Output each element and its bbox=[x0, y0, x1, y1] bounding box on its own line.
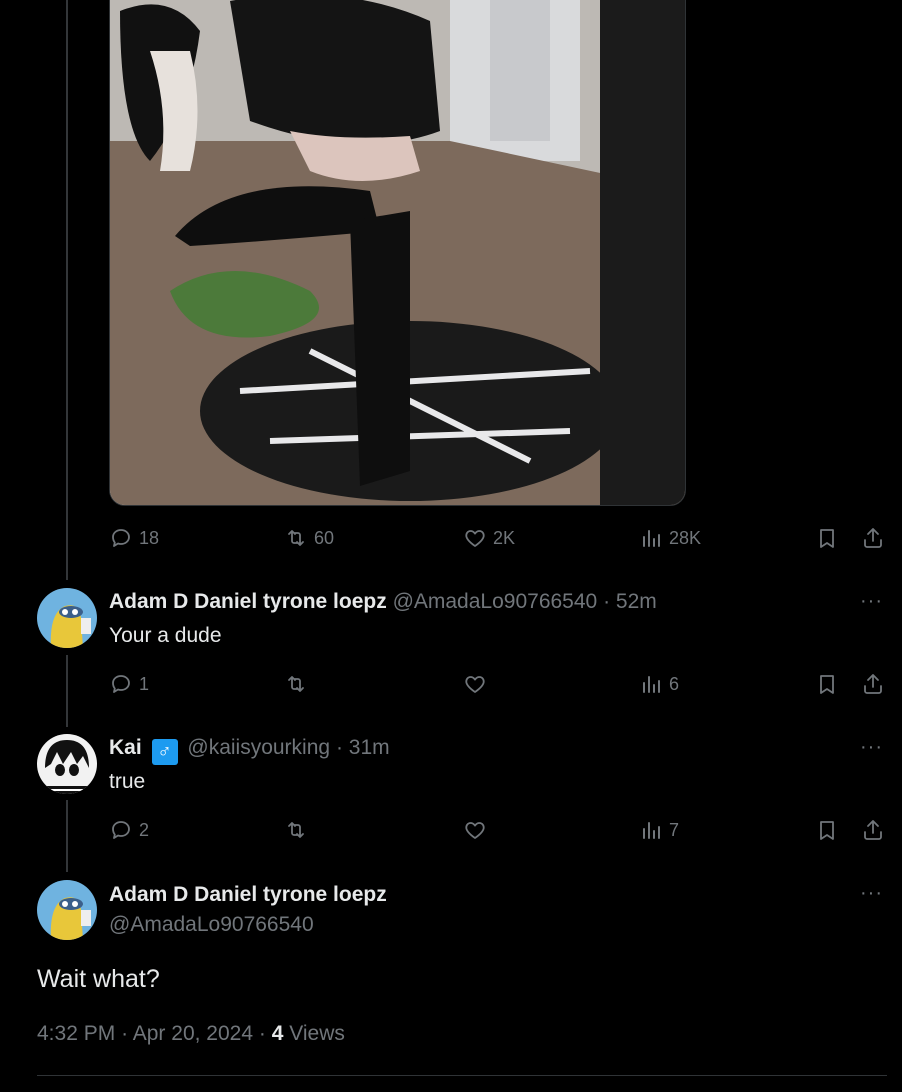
reply-button[interactable]: 1 bbox=[109, 669, 149, 699]
reply-actions: 1 6 bbox=[109, 669, 889, 699]
thread-line bbox=[66, 800, 68, 872]
more-icon[interactable]: ··· bbox=[860, 736, 883, 759]
repost-button[interactable] bbox=[284, 815, 308, 845]
thread-line bbox=[66, 0, 68, 580]
avatar[interactable] bbox=[37, 880, 97, 940]
views-count: 4 bbox=[271, 1022, 284, 1045]
main-author-handle: @AmadaLo90766540 bbox=[109, 913, 314, 937]
photo-illustration bbox=[110, 0, 685, 505]
more-icon[interactable]: ··· bbox=[860, 590, 883, 613]
views-count: 7 bbox=[669, 819, 680, 840]
timestamp[interactable]: 52m bbox=[616, 590, 657, 613]
separator: · bbox=[121, 1022, 129, 1045]
post-media-image[interactable] bbox=[109, 0, 686, 506]
reply-count: 2 bbox=[139, 819, 150, 840]
display-name[interactable]: Adam D Daniel tyrone loepz bbox=[109, 590, 387, 613]
main-author-name: Adam D Daniel tyrone loepz bbox=[109, 883, 387, 907]
reply-count: 18 bbox=[139, 527, 160, 548]
separator: · bbox=[258, 1022, 266, 1045]
repost-button[interactable] bbox=[284, 669, 308, 699]
reply-header: Adam D Daniel tyrone loepz @AmadaLo90766… bbox=[109, 590, 657, 614]
reply-icon bbox=[112, 675, 130, 693]
like-count: 2K bbox=[493, 527, 516, 548]
handle[interactable]: @kaiisyourking bbox=[187, 736, 330, 759]
display-name[interactable]: Kai bbox=[109, 736, 142, 759]
post-actions: 18 60 2K 28K bbox=[109, 523, 889, 553]
handle[interactable]: @AmadaLo90766540 bbox=[393, 590, 598, 613]
bookmark-button[interactable] bbox=[815, 523, 839, 553]
share-button[interactable] bbox=[861, 523, 885, 553]
analytics-icon bbox=[643, 530, 660, 547]
heart-icon bbox=[465, 530, 485, 547]
more-icon[interactable]: ··· bbox=[860, 882, 883, 905]
tweet-text: Wait what? bbox=[37, 965, 160, 993]
avatar[interactable] bbox=[37, 588, 97, 648]
repost-icon bbox=[288, 676, 304, 692]
timestamp[interactable]: 31m bbox=[349, 736, 390, 759]
views-count: 28K bbox=[669, 527, 702, 548]
tweet-meta: 4:32 PM · Apr 20, 2024 · 4 Views bbox=[37, 1022, 345, 1046]
reply-text: true bbox=[109, 770, 146, 793]
repost-button[interactable]: 60 bbox=[284, 523, 334, 553]
share-button[interactable] bbox=[861, 669, 885, 699]
views-button[interactable]: 28K bbox=[639, 523, 701, 553]
avatar-image bbox=[37, 588, 97, 648]
reply-icon bbox=[112, 529, 130, 547]
reply-button[interactable]: 18 bbox=[109, 523, 159, 553]
like-button[interactable] bbox=[463, 815, 487, 845]
bookmark-button[interactable] bbox=[815, 815, 839, 845]
heart-icon bbox=[465, 822, 485, 839]
reply-icon bbox=[112, 821, 130, 839]
tweet-time[interactable]: 4:32 PM bbox=[37, 1022, 115, 1045]
repost-icon bbox=[288, 822, 304, 838]
share-button[interactable] bbox=[861, 815, 885, 845]
analytics-icon bbox=[643, 676, 660, 693]
repost-icon bbox=[288, 530, 304, 546]
thread-line bbox=[66, 655, 68, 727]
male-sign-badge: ♂ bbox=[151, 739, 178, 765]
bookmark-icon bbox=[820, 529, 834, 548]
repost-count: 60 bbox=[314, 527, 335, 548]
views-label: Views bbox=[289, 1022, 345, 1045]
avatar-image bbox=[37, 734, 97, 794]
like-button[interactable]: 2K bbox=[463, 523, 515, 553]
views-button[interactable]: 7 bbox=[639, 815, 679, 845]
bookmark-icon bbox=[820, 821, 834, 840]
avatar[interactable] bbox=[37, 734, 97, 794]
reply-button[interactable]: 2 bbox=[109, 815, 149, 845]
views-count: 6 bbox=[669, 673, 680, 694]
reply-count: 1 bbox=[139, 673, 150, 694]
reply-actions: 2 7 bbox=[109, 815, 889, 845]
divider bbox=[37, 1075, 887, 1076]
handle[interactable]: @AmadaLo90766540 bbox=[109, 913, 314, 936]
share-icon bbox=[864, 528, 882, 548]
heart-icon bbox=[465, 676, 485, 693]
tweet-date[interactable]: Apr 20, 2024 bbox=[133, 1022, 253, 1045]
separator: · bbox=[335, 736, 343, 759]
display-name[interactable]: Adam D Daniel tyrone loepz bbox=[109, 883, 387, 906]
views-button[interactable]: 6 bbox=[639, 669, 679, 699]
share-icon bbox=[864, 674, 882, 694]
like-button[interactable] bbox=[463, 669, 487, 699]
analytics-icon bbox=[643, 822, 660, 839]
avatar-image bbox=[37, 880, 97, 940]
share-icon bbox=[864, 820, 882, 840]
reply-header: Kai ♂ @kaiisyourking · 31m bbox=[109, 736, 390, 765]
separator: · bbox=[603, 590, 611, 613]
reply-text: Your a dude bbox=[109, 624, 222, 647]
bookmark-button[interactable] bbox=[815, 669, 839, 699]
bookmark-icon bbox=[820, 675, 834, 694]
